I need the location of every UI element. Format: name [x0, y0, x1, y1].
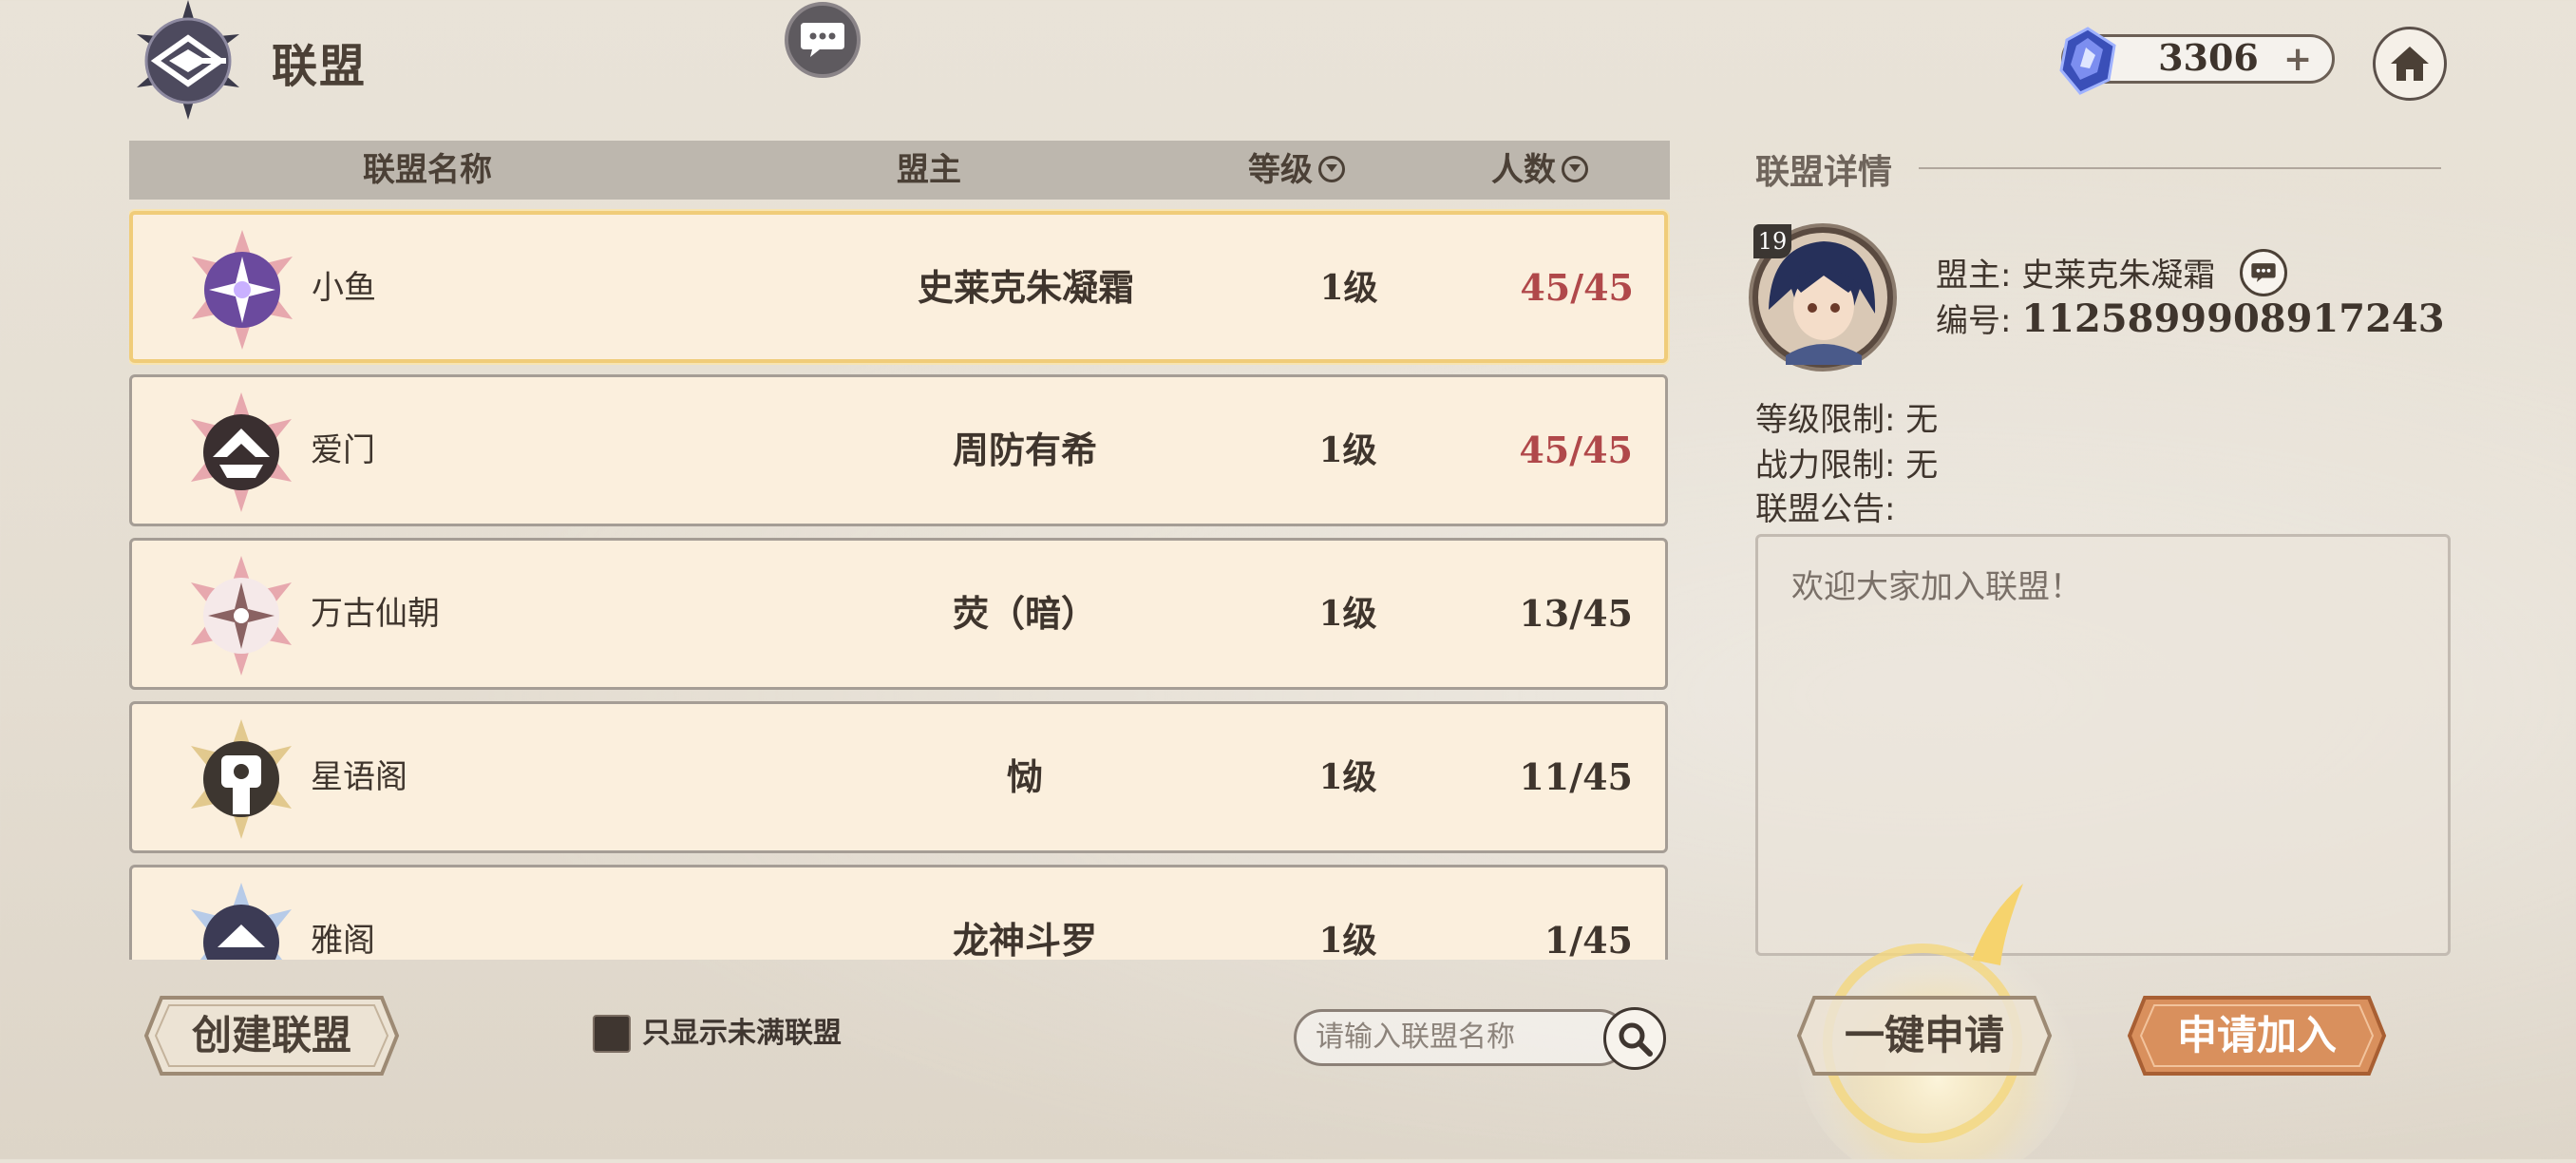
apply-join-button[interactable]: 申请加入: [2114, 992, 2399, 1079]
alliance-name: 万古仙朝: [311, 595, 440, 633]
alliance-leader: 周防有希: [952, 429, 1097, 471]
one-key-apply-label: 一键申请: [1844, 1012, 2004, 1058]
alliance-details-title: 联盟详情: [1755, 153, 1893, 192]
search-icon: [1619, 1022, 1653, 1057]
dark-crown-emblem-icon: [180, 391, 303, 514]
power-limit: 战力限制: 无: [1755, 439, 1938, 486]
column-header-level: 等级: [1248, 151, 1313, 189]
alliance-list-header: 联盟名称 盟主 等级 人数: [129, 141, 1670, 200]
gold-shield-emblem-icon: [180, 717, 303, 841]
title-divider: [1919, 167, 2441, 169]
search-input[interactable]: 请输入联盟名称: [1294, 1009, 1628, 1066]
currency-value: 3306: [2158, 36, 2259, 79]
sort-down-icon: [1562, 155, 1588, 182]
page-title: 联盟: [272, 40, 368, 93]
leader-label: 盟主:: [1936, 257, 2012, 295]
alliance-level: 1级: [1318, 430, 1377, 470]
power-limit-label: 战力限制:: [1755, 447, 1896, 485]
leader-info: 盟主: 史莱克朱凝霜: [1936, 249, 2215, 296]
home-button[interactable]: [2373, 27, 2447, 101]
purple-flower-emblem-icon: [180, 228, 304, 352]
alliance-level: 1级: [1318, 757, 1377, 797]
level-limit: 等级限制: 无: [1755, 393, 1938, 440]
sort-by-level-button[interactable]: 等级: [1248, 141, 1345, 200]
chat-with-leader-button[interactable]: [2240, 249, 2287, 296]
power-limit-value: 无: [1905, 447, 1939, 485]
home-icon: [2391, 47, 2429, 81]
id-value: 1125899908917243: [2021, 296, 2445, 341]
alliance-leader: 恸: [1006, 756, 1043, 798]
column-header-leader: 盟主: [897, 151, 961, 189]
leader-name: 史莱克朱凝霜: [2021, 257, 2216, 295]
alliance-name: 星语阁: [311, 758, 407, 796]
column-header-name: 联盟名称: [363, 151, 492, 189]
alliance-members: 45/45: [1519, 429, 1633, 471]
alliance-name: 小鱼: [312, 269, 376, 307]
alliance-members: 11/45: [1519, 755, 1633, 798]
alliance-name: 爱门: [311, 431, 375, 469]
alliance-row[interactable]: 爱门 周防有希 1级 45/45: [129, 374, 1668, 526]
level-limit-label: 等级限制:: [1755, 401, 1896, 439]
alliance-row[interactable]: 小鱼 史莱克朱凝霜 1级 45/45: [129, 211, 1668, 363]
chat-button[interactable]: [785, 2, 861, 78]
filter-not-full-checkbox[interactable]: [593, 1015, 631, 1053]
create-alliance-button[interactable]: 创建联盟: [129, 992, 414, 1079]
gem-icon: [2052, 25, 2124, 97]
alliance-leader: 荧（暗）: [952, 593, 1097, 635]
chat-bubble-icon: [801, 23, 844, 57]
alliance-level: 1级: [1318, 594, 1377, 634]
notice-text: 欢迎大家加入联盟！: [1791, 568, 2082, 606]
alliance-members: 13/45: [1519, 592, 1633, 635]
id-label: 编号:: [1936, 302, 2012, 340]
alliance-logo: [127, 0, 249, 122]
alliance-members: 1/45: [1544, 919, 1633, 960]
alliance-level: 1级: [1319, 268, 1378, 308]
one-key-apply-button[interactable]: 一键申请: [1784, 992, 2065, 1079]
alliance-leader: 龙神斗罗: [952, 920, 1097, 960]
alliance-name: 雅阁: [311, 922, 375, 960]
alliance-row[interactable]: 雅阁 龙神斗罗 1级 1/45: [129, 865, 1668, 960]
column-header-members: 人数: [1491, 151, 1556, 189]
level-limit-value: 无: [1905, 401, 1939, 439]
chat-bubble-icon: [2251, 263, 2276, 282]
alliance-row[interactable]: 星语阁 恸 1级 11/45: [129, 701, 1668, 853]
notice-label: 联盟公告:: [1755, 490, 1896, 528]
alliance-id: 编号: 1125899908917243: [1936, 295, 2445, 341]
search-button[interactable]: [1603, 1007, 1666, 1070]
alliance-members: 45/45: [1520, 266, 1634, 309]
alliance-leader: 史莱克朱凝霜: [917, 267, 1134, 309]
blue-crest-emblem-icon: [180, 881, 303, 960]
apply-join-label: 申请加入: [2176, 1012, 2337, 1058]
white-flower-emblem-icon: [180, 554, 303, 677]
add-currency-button[interactable]: +: [2283, 40, 2312, 79]
alliance-row[interactable]: 万古仙朝 荧（暗） 1级 13/45: [129, 538, 1668, 690]
leader-level-badge: 19: [1753, 224, 1791, 258]
alliance-level: 1级: [1318, 921, 1377, 960]
sort-down-icon: [1318, 155, 1345, 182]
create-alliance-label: 创建联盟: [191, 1012, 351, 1058]
alliance-list[interactable]: 小鱼 史莱克朱凝霜 1级 45/45 爱门 周防有希 1级 45/45 万古仙朝…: [129, 209, 1670, 960]
filter-not-full-label: 只显示未满联盟: [642, 1017, 842, 1050]
sort-by-members-button[interactable]: 人数: [1491, 141, 1588, 200]
